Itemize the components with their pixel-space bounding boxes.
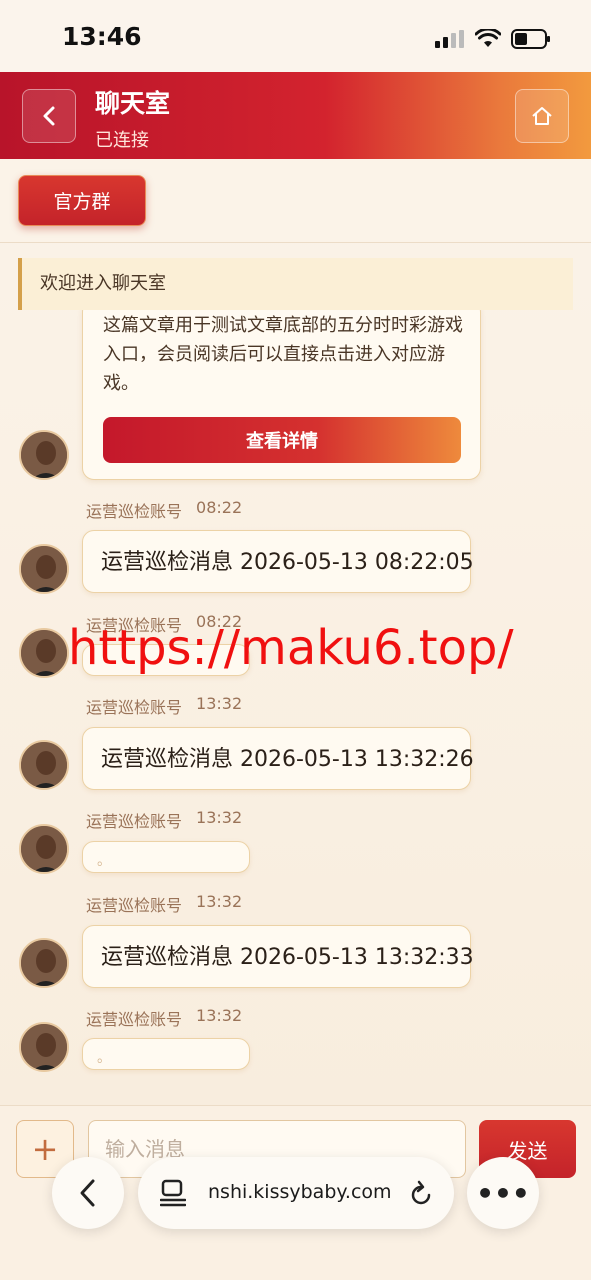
avatar[interactable]	[19, 740, 69, 790]
watermark-url: https://maku6.top/	[68, 620, 514, 676]
status-icons	[435, 26, 551, 52]
page-title: 聊天室	[95, 89, 171, 118]
welcome-notice: 欢迎进入聊天室	[18, 258, 573, 310]
message-bubble[interactable]: 。	[82, 841, 250, 873]
avatar[interactable]	[19, 544, 69, 594]
message-meta: 运营巡检账号 13:32	[86, 892, 242, 916]
message-time: 13:32	[196, 1006, 243, 1025]
avatar-photo	[21, 630, 67, 676]
avatar[interactable]	[19, 1022, 69, 1072]
sender-name: 运营巡检账号	[86, 698, 183, 717]
message-meta: 运营巡检账号 08:22	[86, 498, 242, 522]
message-text: 。	[97, 1050, 111, 1066]
message-time: 13:32	[196, 892, 243, 911]
status-time: 13:46	[62, 22, 142, 51]
chat-header: 聊天室 已连接	[0, 72, 591, 159]
message-bubble[interactable]: 运营巡检消息 2026-05-13 13:32:33	[82, 925, 474, 988]
url-bar[interactable]: nshi.kissybaby.com	[138, 1157, 454, 1229]
message-bubble[interactable]: 运营巡检消息 2026-05-13 08:22:05	[82, 530, 474, 593]
message-time: 08:22	[196, 498, 243, 517]
more-options-button[interactable]: •••	[467, 1157, 539, 1229]
chevron-left-icon	[80, 1179, 95, 1207]
chevron-left-icon	[43, 106, 55, 126]
avatar-photo	[21, 940, 67, 986]
browser-back-button[interactable]	[52, 1157, 124, 1229]
message-text: 。	[97, 853, 111, 869]
status-bar: 13:46	[0, 0, 591, 72]
page-menu-icon	[160, 1179, 186, 1207]
group-bar: 官方群	[0, 159, 591, 243]
sender-name: 运营巡检账号	[86, 896, 183, 915]
home-icon	[532, 107, 552, 125]
message-meta: 运营巡检账号 13:32	[86, 1006, 242, 1030]
sender-name: 运营巡检账号	[86, 1010, 183, 1029]
avatar[interactable]	[19, 430, 69, 480]
message-bubble[interactable]: 。	[82, 1038, 250, 1070]
view-details-button[interactable]: 查看详情	[103, 417, 461, 463]
avatar-photo	[21, 826, 67, 872]
back-button[interactable]	[22, 89, 76, 143]
message-text: 运营巡检消息 2026-05-13 13:32:33	[101, 945, 474, 970]
avatar-photo	[21, 546, 67, 592]
avatar[interactable]	[19, 628, 69, 678]
avatar-photo	[21, 432, 67, 478]
connection-status: 已连接	[95, 130, 149, 151]
message-text: 运营巡检消息 2026-05-13 13:32:26	[101, 747, 474, 772]
home-button[interactable]	[515, 89, 569, 143]
message-time: 13:32	[196, 808, 243, 827]
message-meta: 运营巡检账号 13:32	[86, 808, 242, 832]
avatar-photo	[21, 1024, 67, 1070]
sender-name: 运营巡检账号	[86, 502, 183, 521]
card-text: 这篇文章用于测试文章底部的五分时时彩游戏入口，会员阅读后可以直接点击进入对应游戏…	[103, 315, 463, 394]
battery-icon	[511, 29, 550, 49]
article-card: 这篇文章用于测试文章底部的五分时时彩游戏入口，会员阅读后可以直接点击进入对应游戏…	[82, 300, 481, 480]
reload-icon[interactable]	[408, 1179, 434, 1207]
cellular-signal-icon	[435, 30, 464, 48]
message-text: 运营巡检消息 2026-05-13 08:22:05	[101, 550, 474, 575]
avatar[interactable]	[19, 938, 69, 988]
official-group-button[interactable]: 官方群	[18, 175, 146, 226]
message-meta: 运营巡检账号 13:32	[86, 694, 242, 718]
sender-name: 运营巡检账号	[86, 812, 183, 831]
avatar-photo	[21, 742, 67, 788]
url-text: nshi.kissybaby.com	[208, 1181, 392, 1203]
avatar[interactable]	[19, 824, 69, 874]
message-bubble[interactable]: 运营巡检消息 2026-05-13 13:32:26	[82, 727, 474, 790]
wifi-icon	[475, 29, 501, 47]
message-time: 13:32	[196, 694, 243, 713]
